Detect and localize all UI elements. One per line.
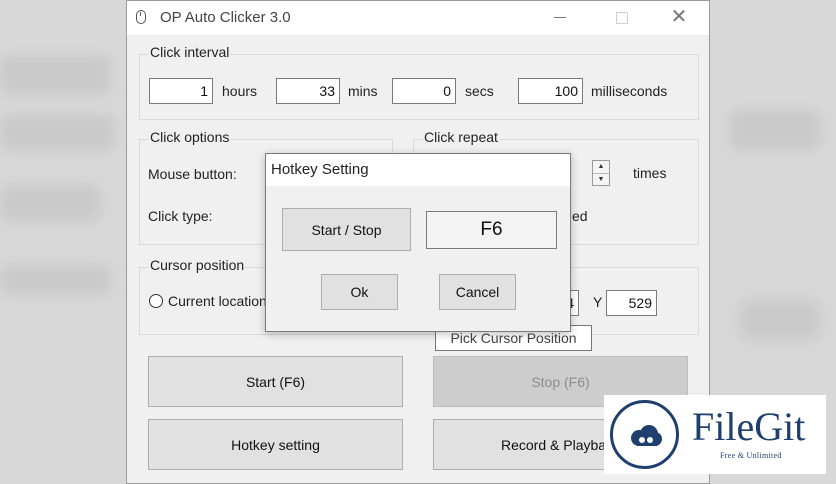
mins-input[interactable]: 33 (276, 78, 340, 104)
cursor-position-legend: Cursor position (149, 257, 246, 273)
maximize-button[interactable] (611, 7, 631, 27)
start-stop-hotkey-button[interactable]: Start / Stop (282, 208, 411, 251)
cancel-button[interactable]: Cancel (439, 274, 516, 310)
click-interval-legend: Click interval (149, 44, 231, 60)
repeat-spinner[interactable]: ▲ ▼ (592, 160, 610, 186)
hotkey-setting-button[interactable]: Hotkey setting (148, 419, 403, 470)
y-label: Y (593, 294, 603, 310)
repeat-until-stopped-label: ed (572, 208, 588, 224)
click-type-label: Click type: (148, 208, 213, 224)
milliseconds-label: milliseconds (591, 83, 668, 99)
hotkey-value-box[interactable]: F6 (426, 211, 557, 249)
background-blur (740, 300, 820, 340)
window-title: OP Auto Clicker 3.0 (160, 9, 291, 26)
filegit-watermark: FileGit Free & Unlimited (604, 395, 826, 474)
click-repeat-legend: Click repeat (423, 129, 499, 145)
hours-label: hours (222, 83, 258, 99)
filegit-tagline: Free & Unlimited (720, 451, 782, 460)
mins-label: mins (348, 83, 378, 99)
background-blur (730, 110, 820, 150)
dialog-title-bar: Hotkey Setting (266, 154, 570, 186)
mouse-button-label: Mouse button: (148, 166, 237, 182)
y-coordinate-input[interactable]: 529 (606, 290, 657, 316)
click-options-legend: Click options (149, 129, 231, 145)
cloud-icon (631, 425, 662, 446)
background-blur (0, 265, 110, 295)
mouse-icon (136, 10, 146, 24)
background-blur (0, 185, 100, 221)
current-location-radio[interactable] (149, 294, 163, 308)
spinner-up-icon[interactable]: ▲ (593, 161, 609, 174)
filegit-name: FileGit (692, 404, 806, 449)
current-location-label: Current location (168, 293, 267, 309)
background-blur (0, 55, 110, 95)
background-blur (0, 115, 115, 151)
close-button[interactable]: ✕ (669, 7, 689, 27)
secs-label: secs (465, 83, 494, 99)
minimize-button[interactable] (550, 7, 570, 27)
hotkey-setting-dialog: Hotkey Setting Start / Stop F6 Ok Cancel (265, 153, 571, 332)
title-bar: OP Auto Clicker 3.0 ✕ (127, 1, 709, 35)
secs-input[interactable]: 0 (392, 78, 456, 104)
dialog-title: Hotkey Setting (271, 161, 369, 178)
milliseconds-input[interactable]: 100 (518, 78, 583, 104)
start-button[interactable]: Start (F6) (148, 356, 403, 407)
spinner-down-icon[interactable]: ▼ (593, 174, 609, 186)
ok-button[interactable]: Ok (321, 274, 398, 310)
filegit-logo (610, 400, 679, 469)
times-label: times (633, 165, 667, 181)
hours-input[interactable]: 1 (149, 78, 213, 104)
